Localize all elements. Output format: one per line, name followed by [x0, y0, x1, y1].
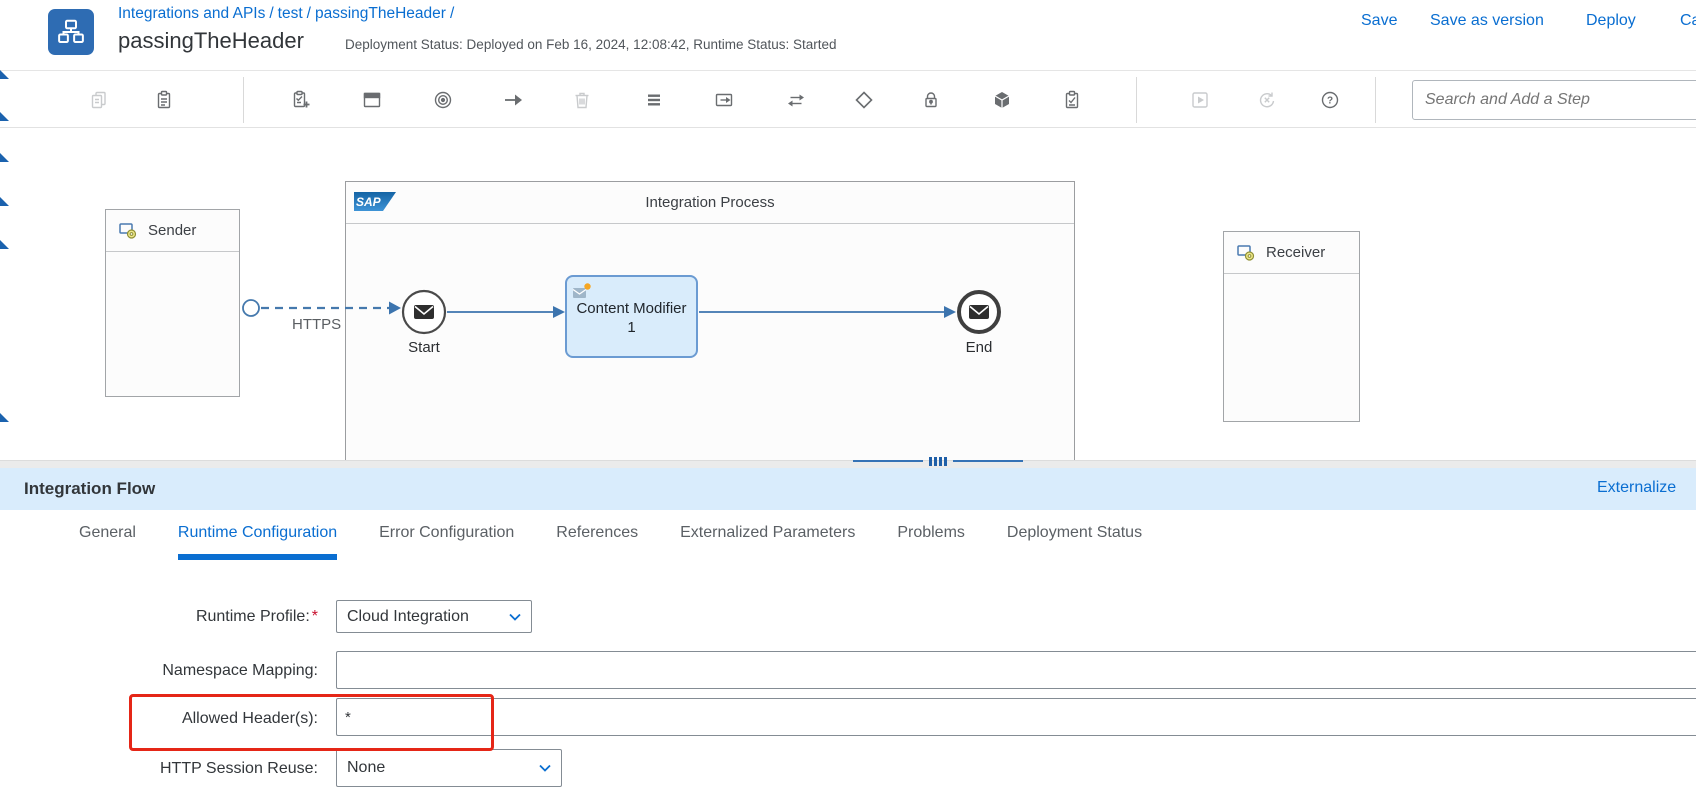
breadcrumb-link-test[interactable]: test	[278, 5, 303, 22]
edge-marker-icon	[0, 112, 9, 121]
allowed-headers-label: Allowed Header(s):	[181, 710, 318, 727]
breadcrumb-link-integrations-and-apis[interactable]: Integrations and APIs	[118, 5, 265, 22]
panel-splitter[interactable]	[0, 460, 1696, 468]
integration-process-title: Integration Process	[645, 194, 775, 211]
tab-error-configuration[interactable]: Error Configuration	[379, 510, 514, 560]
save-button[interactable]: Save	[1361, 12, 1397, 30]
receiver-pool[interactable]: Receiver	[1223, 231, 1360, 422]
panel-tabs: General Runtime Configuration Error Conf…	[0, 510, 1696, 566]
external-call-icon[interactable]	[712, 88, 736, 112]
breadcrumb-link-passingtheheader[interactable]: passingTheHeader	[315, 5, 446, 22]
toolbar-separator	[1136, 77, 1137, 123]
content-modifier-node[interactable]: Content Modifier 1	[565, 275, 698, 358]
copy-icon[interactable]	[87, 88, 111, 112]
breadcrumb-separator: /	[306, 5, 311, 22]
page-header: Integrations and APIs / test / passingTheHea…	[0, 0, 1696, 70]
checklist-icon[interactable]	[1060, 88, 1084, 112]
restart-icon[interactable]	[1255, 88, 1279, 112]
end-event-label: End	[965, 339, 993, 356]
sender-label: Sender	[148, 222, 197, 239]
svg-text:?: ?	[1327, 96, 1333, 107]
panel-title: Integration Flow	[24, 479, 156, 498]
tab-general[interactable]: General	[79, 510, 136, 560]
runtime-profile-label: Runtime Profile: *	[195, 608, 318, 625]
chevron-down-icon	[509, 613, 521, 621]
edge-marker-icon	[0, 240, 9, 249]
sitemap-icon	[58, 19, 84, 43]
data-transform-icon[interactable]	[784, 88, 808, 112]
participant-system-icon	[1237, 244, 1255, 261]
namespace-mapping-input[interactable]	[336, 651, 1696, 689]
sap-integration-suite-window: Integrations and APIs / test / passingTheHea…	[0, 0, 1696, 800]
message-envelope-icon	[969, 305, 989, 319]
add-step-icon[interactable]	[289, 88, 313, 112]
message-envelope-icon	[414, 305, 434, 319]
toolbar-separator	[243, 77, 244, 123]
editor-toolbar: ?	[0, 70, 1696, 128]
runtime-profile-select[interactable]: Cloud Integration	[336, 600, 532, 633]
connection-protocol-label: HTTPS	[292, 316, 342, 333]
breadcrumb-separator: /	[269, 5, 274, 22]
save-as-version-button[interactable]: Save as version	[1430, 12, 1544, 30]
simulate-play-icon[interactable]	[1188, 88, 1212, 112]
target-icon[interactable]	[431, 88, 455, 112]
tab-problems[interactable]: Problems	[897, 510, 965, 560]
integration-flow-app-icon	[48, 9, 94, 55]
page-title: passingTheHeader	[118, 28, 304, 53]
process-icon[interactable]	[642, 88, 666, 112]
search-add-step-input[interactable]	[1412, 80, 1696, 120]
tab-externalized-parameters[interactable]: Externalized Parameters	[680, 510, 855, 560]
content-modifier-label-number: 1	[627, 319, 636, 336]
deploy-button[interactable]: Deploy	[1586, 12, 1636, 30]
toolbar-separator	[1375, 77, 1376, 123]
edge-marker-icon	[0, 197, 9, 206]
tab-references[interactable]: References	[556, 510, 638, 560]
connection-endpoint-circle	[242, 299, 260, 317]
http-session-reuse-select[interactable]: None	[336, 749, 562, 787]
tab-runtime-configuration[interactable]: Runtime Configuration	[177, 510, 338, 560]
edge-marker-icon	[0, 153, 9, 162]
start-event-label: Start	[408, 339, 440, 356]
breadcrumb: Integrations and APIs / test / passingTheHea…	[118, 5, 458, 23]
delete-icon[interactable]	[570, 88, 594, 112]
end-event-node[interactable]	[956, 289, 1002, 335]
start-event-node[interactable]	[401, 289, 447, 335]
required-asterisk: *	[311, 608, 318, 625]
splitter-grip-icon[interactable]	[853, 455, 1023, 467]
chevron-down-icon	[539, 764, 551, 772]
namespace-mapping-label: Namespace Mapping:	[162, 662, 318, 679]
security-lock-icon[interactable]	[919, 88, 943, 112]
edge-marker-icon	[0, 70, 9, 79]
svg-text:SAP: SAP	[356, 195, 382, 209]
sap-logo: SAP	[354, 192, 396, 211]
properties-panel-header: Integration Flow Externalize	[0, 468, 1696, 510]
content-modifier-label: Content Modifier	[576, 300, 687, 317]
software-package-icon[interactable]	[990, 88, 1014, 112]
move-arrow-icon[interactable]	[501, 88, 525, 112]
receiver-label: Receiver	[1266, 244, 1326, 261]
deployment-status-text: Deployment Status: Deployed on Feb 16, 2…	[345, 37, 837, 52]
http-session-reuse-label: HTTP Session Reuse:	[160, 760, 318, 777]
externalize-button[interactable]: Externalize	[1597, 479, 1676, 497]
paste-icon[interactable]	[152, 88, 176, 112]
router-icon[interactable]	[852, 88, 876, 112]
runtime-configuration-form: Runtime Profile: * Cloud Integration Name…	[0, 566, 1696, 800]
sender-pool[interactable]: Sender	[105, 209, 240, 397]
participant-system-icon	[119, 222, 137, 239]
edge-marker-icon	[0, 413, 9, 422]
flow-canvas[interactable]: Sender Receiver SAP Integration Process …	[0, 128, 1696, 460]
tab-deployment-status[interactable]: Deployment Status	[1007, 510, 1142, 560]
participant-icon[interactable]	[360, 88, 384, 112]
allowed-headers-input[interactable]	[336, 698, 1696, 736]
breadcrumb-separator: /	[449, 5, 455, 22]
cancel-button[interactable]: Cancel	[1680, 12, 1696, 30]
help-icon[interactable]: ?	[1318, 88, 1342, 112]
